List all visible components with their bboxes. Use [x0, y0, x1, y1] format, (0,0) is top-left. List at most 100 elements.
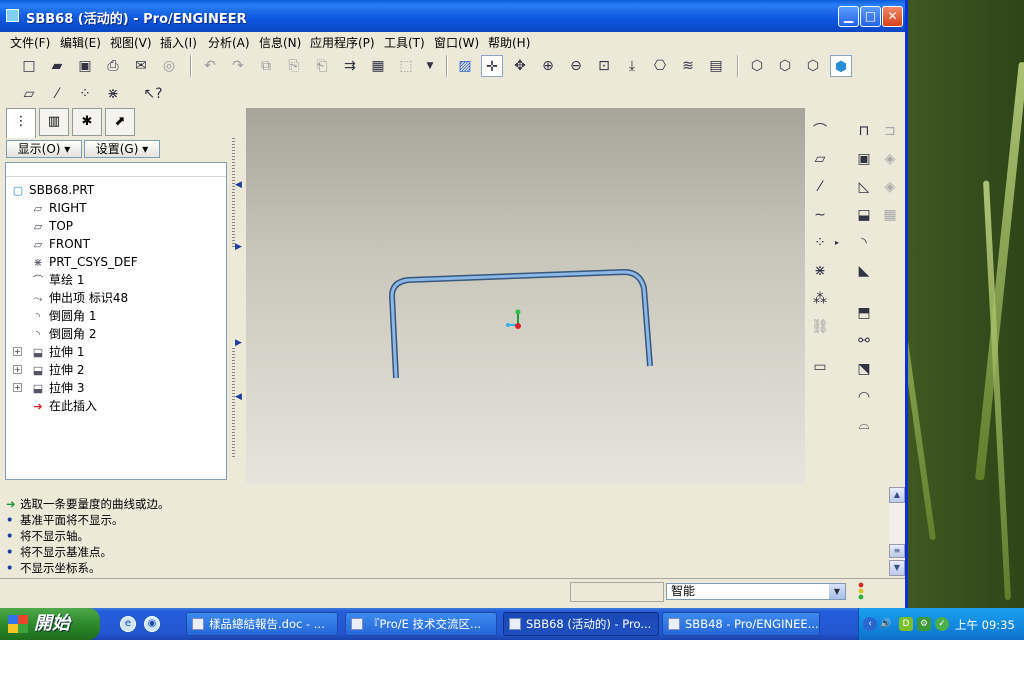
menu-applications[interactable]: 应用程序(P) — [310, 34, 375, 51]
collapse-arrow-icon[interactable]: ◀ — [235, 392, 242, 402]
tree-item[interactable]: ▢ SBB68.PRT — [10, 181, 94, 199]
tree-item[interactable]: ⋇ PRT_CSYS_DEF — [30, 253, 137, 271]
tree-item[interactable]: ⤳ 伸出项 标识48 — [30, 289, 129, 307]
tree-item[interactable]: + ⬓ 拉伸 2 — [13, 361, 84, 379]
print-icon[interactable]: ⎙ — [102, 55, 124, 77]
menu-insert[interactable]: 插入(I) — [160, 34, 197, 51]
refit-icon[interactable]: ⊡ — [593, 55, 615, 77]
annotation-icon[interactable]: ▭ — [808, 356, 832, 380]
new-icon[interactable]: □ — [18, 55, 40, 77]
grid-tool-icon[interactable]: ▦ — [878, 204, 902, 228]
settings-dropdown-button[interactable]: 设置(G) ▾ — [84, 140, 160, 158]
traffic-light-icon[interactable] — [856, 582, 866, 600]
tab-folder-browser[interactable]: ▥ — [39, 108, 69, 136]
mirror-tool-icon[interactable]: ◈ — [878, 176, 902, 200]
expand-node-icon[interactable]: + — [13, 383, 22, 392]
menu-info[interactable]: 信息(N) — [259, 34, 301, 51]
dropdown-icon[interactable]: ▼ — [419, 55, 441, 77]
chevron-down-icon[interactable]: ▼ — [829, 584, 845, 599]
rib-tool-icon[interactable]: ⊐ — [878, 120, 902, 144]
zoom-out-icon[interactable]: ⊖ — [565, 55, 587, 77]
orient-icon[interactable]: ✥ — [509, 55, 531, 77]
menu-window[interactable]: 窗口(W) — [434, 34, 479, 51]
panel-sash[interactable]: ◀ ▶ ▶ ◀ — [230, 108, 244, 484]
title-bar[interactable]: SBB68 (活动的) - Pro/ENGINEER ▁ □ ✕ — [0, 0, 905, 32]
expand-arrow-icon[interactable]: ▶ — [235, 242, 242, 252]
datum-axis-display-icon[interactable]: ⁄ — [46, 83, 68, 105]
flyout-arrow-icon[interactable]: ▸ — [832, 232, 842, 256]
scroll-down-button[interactable]: ▼ — [889, 560, 905, 576]
show-dropdown-button[interactable]: 显示(O) ▾ — [6, 140, 82, 158]
draft-tool-icon[interactable]: ◺ — [852, 176, 876, 200]
scroll-up-button[interactable]: ▲ — [889, 487, 905, 503]
layers-icon[interactable]: ≋ — [677, 55, 699, 77]
tree-item[interactable]: ▱ FRONT — [30, 235, 90, 253]
collapse-arrow-icon[interactable]: ◀ — [235, 180, 242, 190]
select-box-icon[interactable]: ⬚ — [395, 55, 417, 77]
selection-filter-select[interactable]: 智能 ▼ — [666, 583, 846, 600]
no-hidden-icon[interactable]: ⬡ — [802, 55, 824, 77]
tree-item[interactable]: + ⬓ 拉伸 3 — [13, 379, 84, 397]
datum-point-display-icon[interactable]: ⁘ — [74, 83, 96, 105]
round-tool-icon[interactable]: ◝ — [852, 232, 876, 256]
hidden-line-icon[interactable]: ⬡ — [774, 55, 796, 77]
menu-help[interactable]: 帮助(H) — [488, 34, 530, 51]
volume-icon[interactable]: 🔊 — [879, 617, 893, 631]
open-icon[interactable]: ▰ — [46, 55, 68, 77]
shell-tool-icon[interactable]: ▣ — [852, 148, 876, 172]
revolve-tool-icon[interactable]: ⬒ — [852, 302, 876, 326]
chain-icon[interactable]: ⛓ — [808, 316, 832, 340]
tree-item[interactable]: ⌒ 草绘 1 — [30, 271, 85, 289]
sweep-tool-icon[interactable]: ⚯ — [852, 330, 876, 354]
menu-view[interactable]: 视图(V) — [110, 34, 152, 51]
spin-center-icon[interactable]: ✛ — [481, 55, 503, 77]
copy-icon[interactable]: ⧉ — [255, 55, 277, 77]
tree-item[interactable]: ▱ TOP — [30, 217, 73, 235]
disk-icon[interactable]: ◎ — [158, 55, 180, 77]
redo-icon[interactable]: ↷ — [227, 55, 249, 77]
datum-plane-tool-icon[interactable]: ▱ — [808, 148, 832, 172]
tree-item[interactable]: ▱ RIGHT — [30, 199, 87, 217]
tray-app-icon[interactable]: ✓ — [935, 617, 949, 631]
tray-app-icon[interactable]: ⚙ — [917, 617, 931, 631]
analysis-feature-icon[interactable]: ⁂ — [808, 288, 832, 312]
regenerate-icon[interactable]: ⇉ — [339, 55, 361, 77]
menu-file[interactable]: 文件(F) — [10, 34, 50, 51]
extrude-tool-icon[interactable]: ⬓ — [852, 204, 876, 228]
tray-app-icon[interactable]: D — [899, 617, 913, 631]
minimize-button[interactable]: ▁ — [838, 6, 859, 27]
csys-tool-icon[interactable]: ⋇ — [808, 260, 832, 284]
style-tool-icon[interactable]: ⌓ — [852, 414, 876, 438]
tree-item[interactable]: ◝ 倒圆角 2 — [30, 325, 97, 343]
blend-tool-icon[interactable]: ⬔ — [852, 358, 876, 382]
proe-app-icon[interactable] — [6, 9, 19, 22]
expand-node-icon[interactable]: + — [13, 347, 22, 356]
menu-edit[interactable]: 编辑(E) — [60, 34, 101, 51]
tab-connections[interactable]: ⬈ — [105, 108, 135, 136]
tab-favorites[interactable]: ✱ — [72, 108, 102, 136]
ie-icon[interactable]: e — [120, 616, 136, 632]
save-icon[interactable]: ▣ — [74, 55, 96, 77]
expand-node-icon[interactable]: + — [13, 365, 22, 374]
tree-item[interactable]: ➔ 在此插入 — [30, 397, 97, 415]
chamfer-tool-icon[interactable]: ◣ — [852, 260, 876, 284]
undo-icon[interactable]: ↶ — [199, 55, 221, 77]
zoom-in-icon[interactable]: ⊕ — [537, 55, 559, 77]
shading-icon[interactable]: ⬢ — [830, 55, 852, 77]
taskbar-item[interactable]: 『Pro/E 技术交流区... — [345, 612, 497, 636]
back-icon[interactable]: ‹ — [863, 617, 877, 631]
saved-views-icon[interactable]: ⎔ — [649, 55, 671, 77]
boundary-tool-icon[interactable]: ◠ — [852, 386, 876, 410]
paste-special-icon[interactable]: ⎗ — [311, 55, 333, 77]
quicklaunch-icon[interactable]: ◉ — [144, 616, 160, 632]
taskbar-item[interactable]: 樣品總結報告.doc - ... — [186, 612, 338, 636]
tree-item[interactable]: + ⬓ 拉伸 1 — [13, 343, 84, 361]
menu-analysis[interactable]: 分析(A) — [208, 34, 250, 51]
tab-model-tree[interactable]: ⋮ — [6, 108, 36, 138]
csys-display-icon[interactable]: ⋇ — [102, 83, 124, 105]
find-icon[interactable]: ▦ — [367, 55, 389, 77]
sketch-tool-icon[interactable]: ⌒ — [808, 120, 832, 144]
tree-item[interactable]: ◝ 倒圆角 1 — [30, 307, 97, 325]
graphics-window[interactable] — [246, 108, 805, 484]
expand-arrow-icon[interactable]: ▶ — [235, 338, 242, 348]
